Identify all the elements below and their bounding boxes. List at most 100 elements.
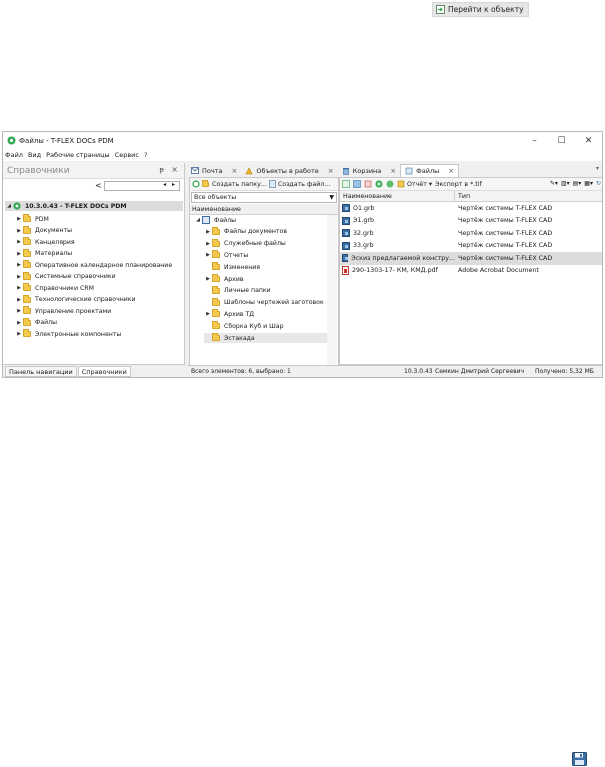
- expand-icon[interactable]: ▶: [15, 320, 23, 326]
- tree-item-electronics[interactable]: ▶ Электронные компоненты: [15, 329, 121, 339]
- tab-files[interactable]: Файлы ×: [400, 164, 460, 177]
- export-button[interactable]: Экспорт в *.tif: [435, 181, 482, 188]
- tree-item-projects[interactable]: ▶ Управление проектами: [15, 306, 111, 316]
- add-icon[interactable]: [375, 180, 383, 188]
- tree-item-pdm[interactable]: ▶ PDM: [15, 214, 49, 224]
- expand-icon[interactable]: ▶: [15, 308, 23, 314]
- menu-workpages[interactable]: Рабочие страницы: [46, 151, 110, 159]
- expand-icon[interactable]: ▶: [15, 262, 23, 268]
- tab-navigation-panel[interactable]: Панель навигации: [5, 365, 77, 377]
- folder-tree-item[interactable]: Шаблоны чертежей заготовок: [204, 297, 324, 308]
- folders-column-header[interactable]: Наименование: [190, 204, 338, 215]
- file-row[interactable]: 32.grb Чертёж системы T-FLEX CAD: [340, 227, 602, 240]
- expand-icon[interactable]: ▶: [15, 331, 23, 337]
- create-folder-button[interactable]: Создать папку...: [202, 179, 267, 188]
- expand-icon[interactable]: ▶: [204, 276, 212, 282]
- expand-icon[interactable]: ▶: [204, 252, 212, 258]
- folder-tree-item[interactable]: Изменения: [204, 262, 260, 272]
- references-panel: Справочники ᵽ × < ◂ ▸ ◢ 10.3.0.43 - T-FL…: [3, 163, 185, 377]
- go-to-object-button[interactable]: Перейти к объекту: [432, 2, 529, 17]
- refresh-icon[interactable]: [192, 180, 200, 188]
- folder-tree-item[interactable]: ▶ Отчеты: [204, 250, 248, 260]
- tab-close-icon[interactable]: ×: [448, 167, 454, 175]
- collapse-icon[interactable]: ◢: [5, 203, 13, 209]
- folder-tree-item[interactable]: Личные папки: [204, 285, 271, 296]
- view-icon[interactable]: ▤▾: [573, 180, 582, 187]
- status-bar: Всего элементов: 6, выбрано: 1 10.3.0.43…: [187, 365, 602, 377]
- document-tabs: Почта × Объекты в работе × Корзина × Файлы ×…: [187, 163, 602, 177]
- tree-item-documents[interactable]: ▶ Документы: [15, 225, 72, 236]
- file-row[interactable]: 290-1303-17- КМ, КМД.pdf Adobe Acrobat Do…: [340, 265, 602, 278]
- tree-item-office[interactable]: ▶ Канцелярия: [15, 237, 75, 247]
- folder-tree-item[interactable]: ◢ Файлы: [194, 215, 236, 225]
- folder-tree-item[interactable]: ▶ Файлы документов: [204, 226, 287, 237]
- tree-root[interactable]: ◢ 10.3.0.43 - T-FLEX DOCs PDM: [5, 201, 183, 211]
- expand-icon[interactable]: ▶: [15, 239, 23, 245]
- expand-icon[interactable]: ▶: [15, 228, 23, 234]
- columns-icon[interactable]: ▦▾: [584, 180, 593, 187]
- tree-item-planning[interactable]: ▶ Оперативное календарное планирование: [15, 260, 172, 270]
- maximize-button[interactable]: ☐: [548, 132, 575, 149]
- panel-close-icon[interactable]: ×: [171, 165, 178, 174]
- expand-icon[interactable]: ▶: [204, 241, 212, 247]
- tree-item-materials[interactable]: ▶ Материалы: [15, 248, 72, 259]
- menu-view[interactable]: Вид: [28, 151, 41, 159]
- tree-item-tech-refs[interactable]: ▶ Технологические справочники: [15, 294, 136, 305]
- tree-item-crm[interactable]: ▶ Справочники CRM: [15, 283, 94, 293]
- pin-tool-icon[interactable]: ✎▾: [550, 180, 558, 187]
- expand-icon[interactable]: ▶: [15, 251, 23, 257]
- chevron-left-icon[interactable]: <: [95, 181, 102, 190]
- column-name[interactable]: Наименование: [340, 191, 455, 201]
- file-row[interactable]: 33.grb Чертёж системы T-FLEX CAD: [340, 240, 602, 253]
- tab-trash-label: Корзина: [352, 166, 382, 175]
- file-row[interactable]: Э1.grb Чертёж системы T-FLEX CAD: [340, 215, 602, 228]
- report-button[interactable]: Отчёт ▾: [397, 180, 432, 188]
- column-type[interactable]: Тип: [455, 191, 602, 201]
- folder-tree-item[interactable]: ▶ Архив: [204, 274, 244, 284]
- expand-icon[interactable]: ▶: [15, 274, 23, 280]
- folder-tree-item[interactable]: ▶ Архив ТД: [204, 309, 254, 319]
- tab-trash[interactable]: Корзина ×: [338, 164, 401, 177]
- file-row[interactable]: О1.grb Чертёж системы T-FLEX CAD: [340, 202, 602, 215]
- folder-icon: [23, 283, 31, 291]
- close-button[interactable]: ✕: [575, 132, 602, 149]
- tree-item-system-refs[interactable]: ▶ Системные справочники: [15, 271, 116, 282]
- pin-icon[interactable]: ᵽ: [159, 166, 164, 174]
- expand-icon[interactable]: ◢: [194, 217, 202, 223]
- file-row[interactable]: Эскиз предлагаемой констру... Чертёж сист…: [340, 252, 602, 265]
- tab-close-icon[interactable]: ×: [390, 167, 396, 175]
- expand-icon[interactable]: ▶: [204, 311, 212, 317]
- tab-references[interactable]: Справочники: [77, 365, 131, 377]
- chevron-down-icon[interactable]: ▼: [329, 193, 334, 202]
- tabs-menu-icon[interactable]: ▾: [596, 165, 599, 172]
- save-icon[interactable]: [353, 180, 361, 188]
- tab-close-icon[interactable]: ×: [231, 167, 237, 175]
- tree-item-files[interactable]: ▶ Файлы: [15, 317, 57, 328]
- references-nav-field[interactable]: ◂ ▸: [104, 181, 180, 191]
- menu-help[interactable]: ?: [144, 151, 147, 159]
- tab-mail[interactable]: Почта ×: [187, 164, 241, 177]
- expand-icon[interactable]: ▶: [15, 297, 23, 303]
- menu-file[interactable]: Файл: [5, 151, 23, 159]
- objects-filter-select[interactable]: Все объекты ▼: [191, 192, 337, 203]
- tab-work-objects[interactable]: Объекты в работе ×: [241, 164, 337, 177]
- chart-icon[interactable]: ▥▾: [561, 180, 570, 187]
- sync-icon[interactable]: ↻: [596, 180, 601, 187]
- edit-icon[interactable]: [342, 180, 350, 188]
- minimize-button[interactable]: –: [521, 132, 548, 149]
- left-panel-tabs: Панель навигации Справочники: [3, 364, 185, 377]
- floppy-save-icon[interactable]: [572, 752, 587, 766]
- folder-tree-item[interactable]: Эстакада: [204, 333, 332, 343]
- folder-tree-item[interactable]: ▶ Служебные файлы: [204, 238, 286, 249]
- expand-icon[interactable]: ▶: [204, 229, 212, 235]
- checkin-icon[interactable]: [386, 180, 394, 188]
- menu-service[interactable]: Сервис: [115, 151, 139, 159]
- nav-arrows-icon[interactable]: ◂ ▸: [163, 181, 177, 188]
- create-file-button[interactable]: Создать файл...: [269, 180, 330, 188]
- folders-scrollbar[interactable]: [327, 215, 337, 376]
- expand-icon[interactable]: ▶: [15, 285, 23, 291]
- tab-close-icon[interactable]: ×: [328, 167, 334, 175]
- expand-icon[interactable]: ▶: [15, 216, 23, 222]
- delete-icon[interactable]: [364, 180, 372, 188]
- folder-tree-item[interactable]: Сборка Куб и Шар: [204, 321, 284, 331]
